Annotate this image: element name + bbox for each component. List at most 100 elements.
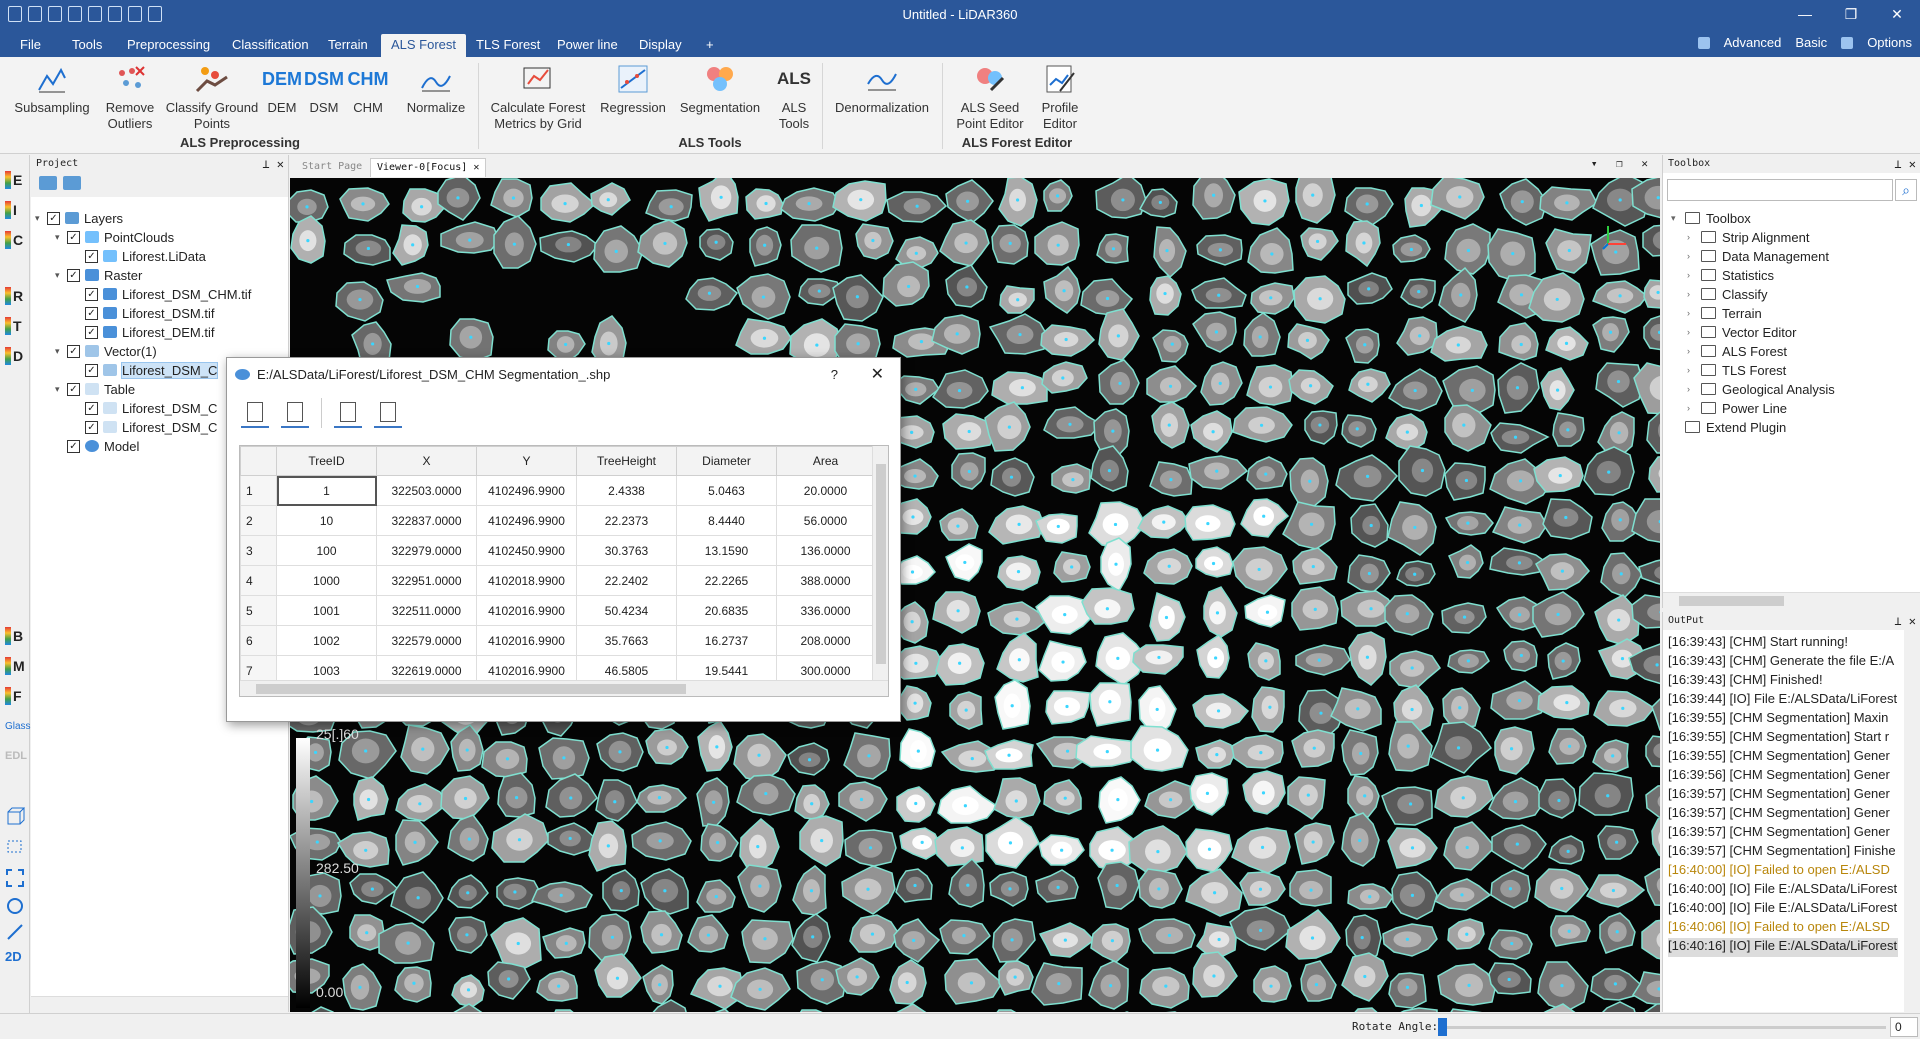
tree-node-pointclouds[interactable]: ▾ ✓ PointClouds — [55, 228, 174, 246]
tree-node-table-item[interactable]: ✓ Liforest_DSM_C — [85, 399, 217, 417]
tree-node-table[interactable]: ▾ ✓ Table — [55, 380, 135, 398]
tool-i-button[interactable]: I — [5, 199, 27, 221]
add-tab-button[interactable]: + — [696, 34, 724, 57]
column-header[interactable]: Area — [776, 446, 875, 476]
tab-terrain[interactable]: Terrain — [318, 34, 378, 57]
rotate-angle-input[interactable]: 0 — [1890, 1017, 1918, 1037]
cube-view-icon[interactable] — [5, 805, 27, 827]
table-vertical-scrollbar[interactable] — [872, 446, 888, 696]
table-cell[interactable]: 322511.0000 — [376, 595, 477, 626]
table-cell[interactable]: 56.0000 — [776, 505, 875, 536]
table-cell[interactable]: 8.4440 — [676, 505, 777, 536]
profile-editor-button[interactable]: Profile Editor — [1036, 61, 1084, 132]
rotate-angle-slider[interactable] — [1440, 1026, 1886, 1029]
column-header[interactable]: TreeID — [276, 446, 377, 476]
table-cell[interactable]: 22.2265 — [676, 565, 777, 596]
close-window-button[interactable]: ✕ — [1874, 0, 1920, 30]
table-cell[interactable]: 322951.0000 — [376, 565, 477, 596]
tool-t-button[interactable]: T — [5, 315, 27, 337]
column-header[interactable]: Y — [476, 446, 577, 476]
tool-c-button[interactable]: C — [5, 229, 27, 251]
tab-tools[interactable]: Tools — [62, 34, 112, 57]
table-cell[interactable]: 322979.0000 — [376, 535, 477, 566]
normalize-button[interactable]: Normalize — [402, 61, 470, 116]
denormalization-button[interactable]: Denormalization — [830, 61, 934, 116]
measure-icon[interactable] — [5, 921, 27, 943]
full-extent-icon[interactable] — [5, 867, 27, 889]
chm-button[interactable]: CHM CHM — [348, 61, 389, 116]
edit-attributes-icon[interactable] — [281, 398, 309, 428]
column-header[interactable]: TreeHeight — [576, 446, 677, 476]
table-row[interactable]: 5 1001 322511.0000 4102016.9900 50.4234 20.68… — [240, 595, 875, 626]
viewer-window-controls[interactable]: ▾ ❐ ✕ — [1591, 157, 1654, 170]
toolbox-item[interactable]: › Strip Alignment — [1687, 228, 1809, 246]
output-vertical-scrollbar[interactable] — [1904, 630, 1920, 1012]
table-cell[interactable]: 4102018.9900 — [476, 565, 577, 596]
minimize-button[interactable]: — — [1782, 0, 1828, 30]
tree-node-table-item[interactable]: ✓ Liforest_DSM_C — [85, 418, 217, 436]
tab-file[interactable]: File — [10, 34, 51, 57]
table-cell[interactable]: 4102016.9900 — [476, 595, 577, 626]
layer-manage-icon[interactable] — [63, 176, 81, 190]
tool-d-button[interactable]: D — [5, 345, 27, 367]
table-row[interactable]: 2 10 322837.0000 4102496.9900 22.2373 8.4440 5… — [240, 505, 875, 536]
dem-button[interactable]: DEM DEM — [262, 61, 302, 116]
tab-preprocessing[interactable]: Preprocessing — [117, 34, 220, 57]
panel-pin-close-icon[interactable]: ⊥ ✕ — [262, 155, 284, 173]
box-select-icon[interactable] — [5, 835, 27, 857]
table-cell[interactable]: 1001 — [276, 595, 377, 626]
table-cell[interactable]: 4102496.9900 — [476, 475, 577, 506]
restore-button[interactable]: ❐ — [1828, 0, 1874, 30]
rotate-slider-handle[interactable] — [1438, 1018, 1447, 1036]
dsm-button[interactable]: DSM DSM — [304, 61, 344, 116]
toolbox-item[interactable]: › Data Management — [1687, 247, 1829, 265]
table-cell[interactable]: 1 — [276, 475, 377, 506]
tool-e-button[interactable]: E — [5, 169, 27, 191]
table-cell[interactable]: 322503.0000 — [376, 475, 477, 506]
table-horizontal-scrollbar[interactable] — [240, 680, 888, 696]
add-data-icon[interactable] — [39, 176, 57, 190]
edit-icon[interactable] — [241, 398, 269, 428]
tree-node-layers[interactable]: ▾ ✓ Layers — [35, 209, 123, 227]
close-tab-icon[interactable]: ✕ — [473, 162, 479, 173]
table-cell[interactable]: 10 — [276, 505, 377, 536]
toolbox-search-input[interactable] — [1667, 179, 1893, 201]
table-row[interactable]: 6 1002 322579.0000 4102016.9900 35.7663 16.27… — [240, 625, 875, 656]
tool-m-button[interactable]: M — [5, 655, 27, 677]
remove-outliers-button[interactable]: Remove Outliers — [100, 61, 160, 132]
tree-node-raster[interactable]: ▾ ✓ Raster — [55, 266, 142, 284]
toolbox-item[interactable]: › Classify — [1687, 285, 1768, 303]
tab-power-line[interactable]: Power line — [547, 34, 628, 57]
table-row[interactable]: 4 1000 322951.0000 4102018.9900 22.2402 22.22… — [240, 565, 875, 596]
table-cell[interactable]: 208.0000 — [776, 625, 875, 656]
table-cell[interactable]: 1000 — [276, 565, 377, 596]
tool-r-button[interactable]: R — [5, 285, 27, 307]
table-cell[interactable]: 388.0000 — [776, 565, 875, 596]
help-button[interactable]: ? — [831, 358, 838, 392]
tab-viewer-0[interactable]: Viewer-0[Focus] ✕ — [370, 158, 487, 177]
tree-node-model[interactable]: ✓ Model — [67, 437, 139, 455]
toolbox-item[interactable]: › TLS Forest — [1687, 361, 1786, 379]
rotate-icon[interactable] — [5, 895, 27, 917]
column-header[interactable]: Diameter — [676, 446, 777, 476]
table-cell[interactable]: 1002 — [276, 625, 377, 656]
tool-f-button[interactable]: F — [5, 685, 27, 707]
tab-start-page[interactable]: Start Page — [296, 158, 368, 177]
view-2d-button[interactable]: 2D — [5, 945, 27, 967]
tab-tls-forest[interactable]: TLS Forest — [466, 34, 550, 57]
table-cell[interactable]: 2.4338 — [576, 475, 677, 506]
table-row[interactable]: 1 1 322503.0000 4102496.9900 2.4338 5.0463 20.… — [240, 475, 875, 506]
toolbox-item[interactable]: › ALS Forest — [1687, 342, 1787, 360]
edl-button[interactable]: EDL — [5, 745, 27, 767]
subsampling-button[interactable]: Subsampling — [12, 61, 92, 116]
tree-node-lidata[interactable]: ✓ Liforest.LiData — [85, 247, 206, 265]
basic-mode-button[interactable]: Basic — [1795, 35, 1827, 50]
gear-icon[interactable] — [1841, 36, 1854, 49]
table-cell[interactable]: 322579.0000 — [376, 625, 477, 656]
segmentation-button[interactable]: Segmentation — [677, 61, 763, 116]
column-header[interactable]: X — [376, 446, 477, 476]
panel-pin-close-icon[interactable]: ⊥ ✕ — [1894, 155, 1916, 173]
options-menu[interactable]: Options — [1867, 35, 1912, 50]
toolbox-item[interactable]: › Geological Analysis — [1687, 380, 1835, 398]
table-cell[interactable]: 100 — [276, 535, 377, 566]
